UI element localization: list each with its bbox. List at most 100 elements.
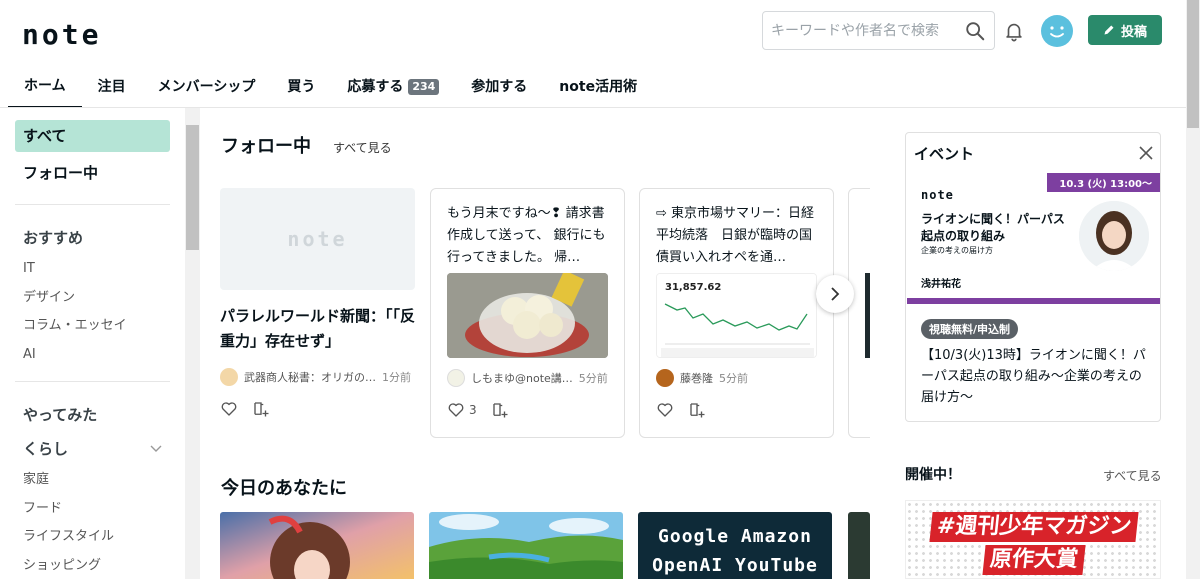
- sidebar-item-it[interactable]: IT: [15, 255, 170, 284]
- note-placeholder-image: note: [220, 188, 415, 290]
- tab-home[interactable]: ホーム: [8, 66, 82, 108]
- tab-join[interactable]: 参加する: [455, 66, 543, 108]
- article-thumbnail[interactable]: Google Amazon OpenAI YouTube: [638, 512, 832, 579]
- card-thumbnail[interactable]: [865, 273, 870, 358]
- search-input[interactable]: [771, 22, 964, 39]
- sidebar-item-shopping[interactable]: ショッピング: [15, 552, 170, 579]
- divider: [15, 381, 170, 382]
- author-name[interactable]: しもまゆ@note講…: [471, 370, 573, 386]
- event-date: 10.3 (火) 13:00～: [1047, 173, 1160, 192]
- post-time: 1分前: [382, 371, 411, 384]
- event-description[interactable]: 【10/3(火)13時】ライオンに聞く！パーパス起点の取り組み～企業の考えの届け…: [921, 345, 1146, 408]
- page-scrollbar[interactable]: [1186, 0, 1200, 579]
- article-card[interactable]: ⇨ 東京市場サマリー：日経平均続落 日銀が臨時の国債買い入れオペを通… 31,8…: [639, 188, 834, 438]
- sidebar-scrollbar[interactable]: [185, 108, 200, 579]
- card-meta: 武器商人秘書：オリガの… 1分前: [220, 368, 411, 386]
- sidebar-item-design[interactable]: デザイン: [15, 284, 170, 313]
- tab-label: 参加する: [471, 79, 528, 95]
- note-logo[interactable]: note: [22, 18, 101, 51]
- search-icon[interactable]: [964, 20, 986, 42]
- post-button[interactable]: 投稿: [1088, 15, 1162, 45]
- card-actions: [220, 400, 270, 418]
- author-avatar[interactable]: [656, 369, 674, 387]
- tabs-divider: [0, 107, 1186, 108]
- article-thumbnail[interactable]: [429, 512, 623, 579]
- tab-membership[interactable]: メンバーシップ: [142, 66, 272, 108]
- note-logo: note: [921, 188, 954, 202]
- sidebar-item-home[interactable]: 家庭: [15, 466, 170, 495]
- magazine-add-icon[interactable]: [688, 401, 706, 419]
- card-thumbnail[interactable]: 31,857.62: [656, 273, 817, 358]
- search-box[interactable]: [762, 11, 995, 50]
- sidebar-item-all[interactable]: すべて: [15, 120, 170, 152]
- author-avatar[interactable]: [220, 368, 238, 386]
- sidebar-item-following[interactable]: フォロー中: [15, 156, 170, 190]
- sidebar-heading-recommend[interactable]: おすすめ: [15, 221, 170, 255]
- banner-subtitle: 企業の考えの届け方: [921, 246, 993, 255]
- card-actions: [656, 401, 706, 419]
- sidebar-item-ai[interactable]: AI: [15, 341, 170, 370]
- tab-label: 注目: [97, 79, 126, 95]
- tab-buy[interactable]: 買う: [271, 66, 331, 108]
- sidebar-item-lifestyle[interactable]: ライフスタイル: [15, 523, 170, 552]
- card-title[interactable]: パラレルワールド新聞：「「反重力」存在せず」: [220, 304, 415, 354]
- see-all-link[interactable]: すべて見る: [1103, 467, 1162, 484]
- tab-label: 買う: [287, 79, 316, 95]
- section-title-following: フォロー中: [221, 136, 311, 157]
- heart-icon[interactable]: [656, 401, 674, 419]
- magazine-add-icon[interactable]: [252, 400, 270, 418]
- card-meta: しもまゆ@note講… 5分前: [447, 369, 608, 387]
- chart-value: 31,857.62: [665, 282, 721, 293]
- card-thumbnail[interactable]: [447, 273, 608, 358]
- scrollbar-thumb[interactable]: [1187, 0, 1199, 128]
- tab-apply[interactable]: 応募する 234: [331, 66, 455, 108]
- post-time: 5分前: [719, 372, 748, 385]
- article-card[interactable]: note パラレルワールド新聞：「「反重力」存在せず」 武器商人秘書：オリガの……: [220, 188, 415, 438]
- chevron-down-icon[interactable]: [150, 445, 162, 453]
- status-badge: 視聴無料/申込制: [921, 319, 1019, 339]
- banner-line: #週刊少年マガジン: [929, 512, 1139, 542]
- close-icon[interactable]: [1138, 145, 1154, 161]
- card-excerpt[interactable]: もう月末ですね～❢ 請求書作成して送って、 銀行にも行ってきました。 帰…: [431, 189, 624, 273]
- banner-line: 原作大賞: [982, 545, 1086, 575]
- sidebar-item-food[interactable]: フード: [15, 495, 170, 524]
- divider: [15, 204, 170, 205]
- magazine-add-icon[interactable]: [491, 401, 509, 419]
- scrollbar-thumb[interactable]: [186, 125, 199, 250]
- card-excerpt[interactable]: ⇨ 東京市場サマリー：日経平均続落 日銀が臨時の国債買い入れオペを通…: [640, 189, 833, 273]
- see-all-link[interactable]: すべて見る: [333, 139, 392, 156]
- tab-featured[interactable]: 注目: [82, 66, 142, 108]
- article-card[interactable]: [848, 188, 870, 438]
- user-avatar[interactable]: [1041, 15, 1073, 47]
- section-title-today: 今日のあなたに: [221, 478, 347, 499]
- heart-icon[interactable]: [447, 401, 465, 419]
- card-actions: 3: [447, 401, 509, 419]
- heart-icon[interactable]: [220, 400, 238, 418]
- banner-title: ライオンに聞く！パーパス起点の取り組み: [921, 212, 1065, 243]
- event-title: イベント: [914, 144, 975, 163]
- sidebar: すべて フォロー中 おすすめ IT デザイン コラム・エッセイ AI やってみた…: [15, 120, 170, 579]
- sidebar-item-life[interactable]: くらし: [15, 432, 170, 466]
- tab-note-tips[interactable]: note活用術: [543, 66, 653, 108]
- article-thumbnail[interactable]: [848, 512, 870, 579]
- contest-banner[interactable]: #週刊少年マガジン 原作大賞: [905, 500, 1161, 579]
- event-banner[interactable]: 10.3 (火) 13:00～ note ライオンに聞く！パーパス起点の取り組み…: [907, 173, 1160, 304]
- banner-speaker: 浅井祐花: [921, 279, 961, 290]
- bell-icon[interactable]: [1003, 20, 1025, 42]
- author-avatar[interactable]: [447, 369, 465, 387]
- author-name[interactable]: 武器商人秘書：オリガの…: [244, 369, 376, 385]
- banner-bar: [907, 298, 1160, 304]
- tab-label: 応募する: [347, 79, 404, 95]
- count-badge: 234: [408, 79, 440, 95]
- sidebar-item-column[interactable]: コラム・エッセイ: [15, 312, 170, 341]
- article-thumbnail[interactable]: [220, 512, 414, 579]
- sidebar-heading-tried[interactable]: やってみた: [15, 398, 170, 432]
- following-carousel: note パラレルワールド新聞：「「反重力」存在せず」 武器商人秘書：オリガの……: [220, 188, 870, 438]
- tab-label: note活用術: [559, 79, 638, 95]
- carousel-next-button[interactable]: [816, 275, 854, 313]
- section-title-live: 開催中！: [905, 467, 961, 483]
- card-meta: 藤巻隆 5分前: [656, 369, 748, 387]
- article-card[interactable]: もう月末ですね～❢ 請求書作成して送って、 銀行にも行ってきました。 帰… しも…: [430, 188, 625, 438]
- author-name[interactable]: 藤巻隆: [680, 370, 713, 386]
- speaker-photo: [1079, 201, 1149, 271]
